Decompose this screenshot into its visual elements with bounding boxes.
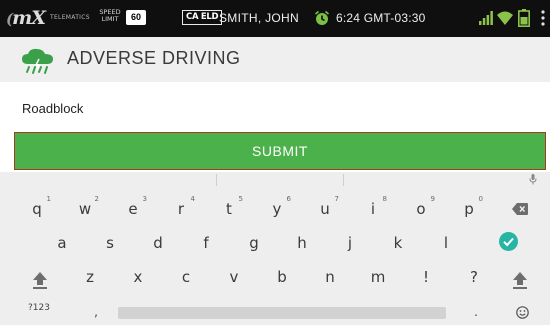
speed-limit-label: SPEED LIMIT [99,8,121,23]
key-t[interactable]: t5 [207,194,251,224]
key-g[interactable]: g [232,228,276,258]
key-p[interactable]: p0 [447,194,491,224]
key-hint: 6 [286,195,291,203]
key-h[interactable]: h [280,228,324,258]
key-hint: 3 [142,195,147,203]
key-r[interactable]: r4 [159,194,203,224]
page-title: ADVERSE DRIVING [67,48,241,68]
key-d[interactable]: d [136,228,180,258]
key-j[interactable]: j [328,228,372,258]
key-o[interactable]: o9 [399,194,443,224]
eld-badge: CA ELD [182,10,223,25]
overflow-menu-icon[interactable] [541,10,545,26]
comma-key[interactable]: , [90,305,102,319]
speed-limit-badge: 60 [126,10,146,25]
key-question[interactable]: ? [452,262,496,292]
suggestion-strip [0,172,550,188]
key-label: i [370,200,376,218]
key-label: u [320,200,330,218]
key-hint: 4 [190,195,195,203]
key-label: e [128,200,138,218]
key-label: o [416,200,426,218]
battery-icon [518,9,530,27]
backspace-icon[interactable] [512,203,528,215]
key-i[interactable]: i8 [351,194,395,224]
suggestion-divider [216,174,217,186]
key-hint: 2 [94,195,99,203]
key-label: r [177,200,185,218]
key-label: y [272,200,282,218]
emoji-icon[interactable] [516,306,529,319]
key-exclamation[interactable]: ! [404,262,448,292]
key-z[interactable]: z [68,262,112,292]
key-c[interactable]: c [164,262,208,292]
status-bar: (mX TELEMATICS SPEED LIMIT 60 CA ELD SMI… [0,0,550,37]
key-hint: 0 [478,195,483,203]
key-a[interactable]: a [40,228,84,258]
key-k[interactable]: k [376,228,420,258]
shift-icon[interactable] [513,272,527,289]
key-e[interactable]: e3 [111,194,155,224]
cell-signal-icon [479,11,493,25]
key-f[interactable]: f [184,228,228,258]
period-key[interactable]: . [470,305,482,319]
clock: 6:24 GMT-03:30 [336,11,426,25]
key-hint: 1 [46,195,51,203]
symbols-key[interactable]: ?123 [28,303,50,313]
spacebar[interactable] [118,307,446,319]
storm-cloud-icon [22,48,53,74]
key-l[interactable]: l [424,228,468,258]
brand-logo: (mX [6,7,46,29]
key-hint: 8 [382,195,387,203]
adverse-reason-input[interactable] [12,88,548,128]
microphone-icon[interactable] [529,174,537,185]
done-check-icon[interactable] [499,232,518,251]
key-b[interactable]: b [260,262,304,292]
key-s[interactable]: s [88,228,132,258]
key-label: q [32,200,42,218]
key-y[interactable]: y6 [255,194,299,224]
key-u[interactable]: u7 [303,194,347,224]
key-label: t [226,200,232,218]
driver-name: SMITH, JOHN [219,11,299,25]
key-v[interactable]: v [212,262,256,292]
wifi-icon [497,11,513,25]
key-m[interactable]: m [356,262,400,292]
key-hint: 5 [238,195,243,203]
shift-icon[interactable] [33,272,47,289]
key-n[interactable]: n [308,262,352,292]
key-q[interactable]: q1 [15,194,59,224]
brand-subtitle: TELEMATICS [50,14,90,21]
key-hint: 9 [430,195,435,203]
brand-text: mX [12,7,46,29]
suggestion-divider [343,174,344,186]
key-hint: 7 [334,195,339,203]
key-w[interactable]: w2 [63,194,107,224]
submit-button[interactable]: SUBMIT [14,132,546,170]
key-label: p [464,200,474,218]
alarm-clock-icon [314,10,330,25]
key-x[interactable]: x [116,262,160,292]
key-label: w [78,200,92,218]
